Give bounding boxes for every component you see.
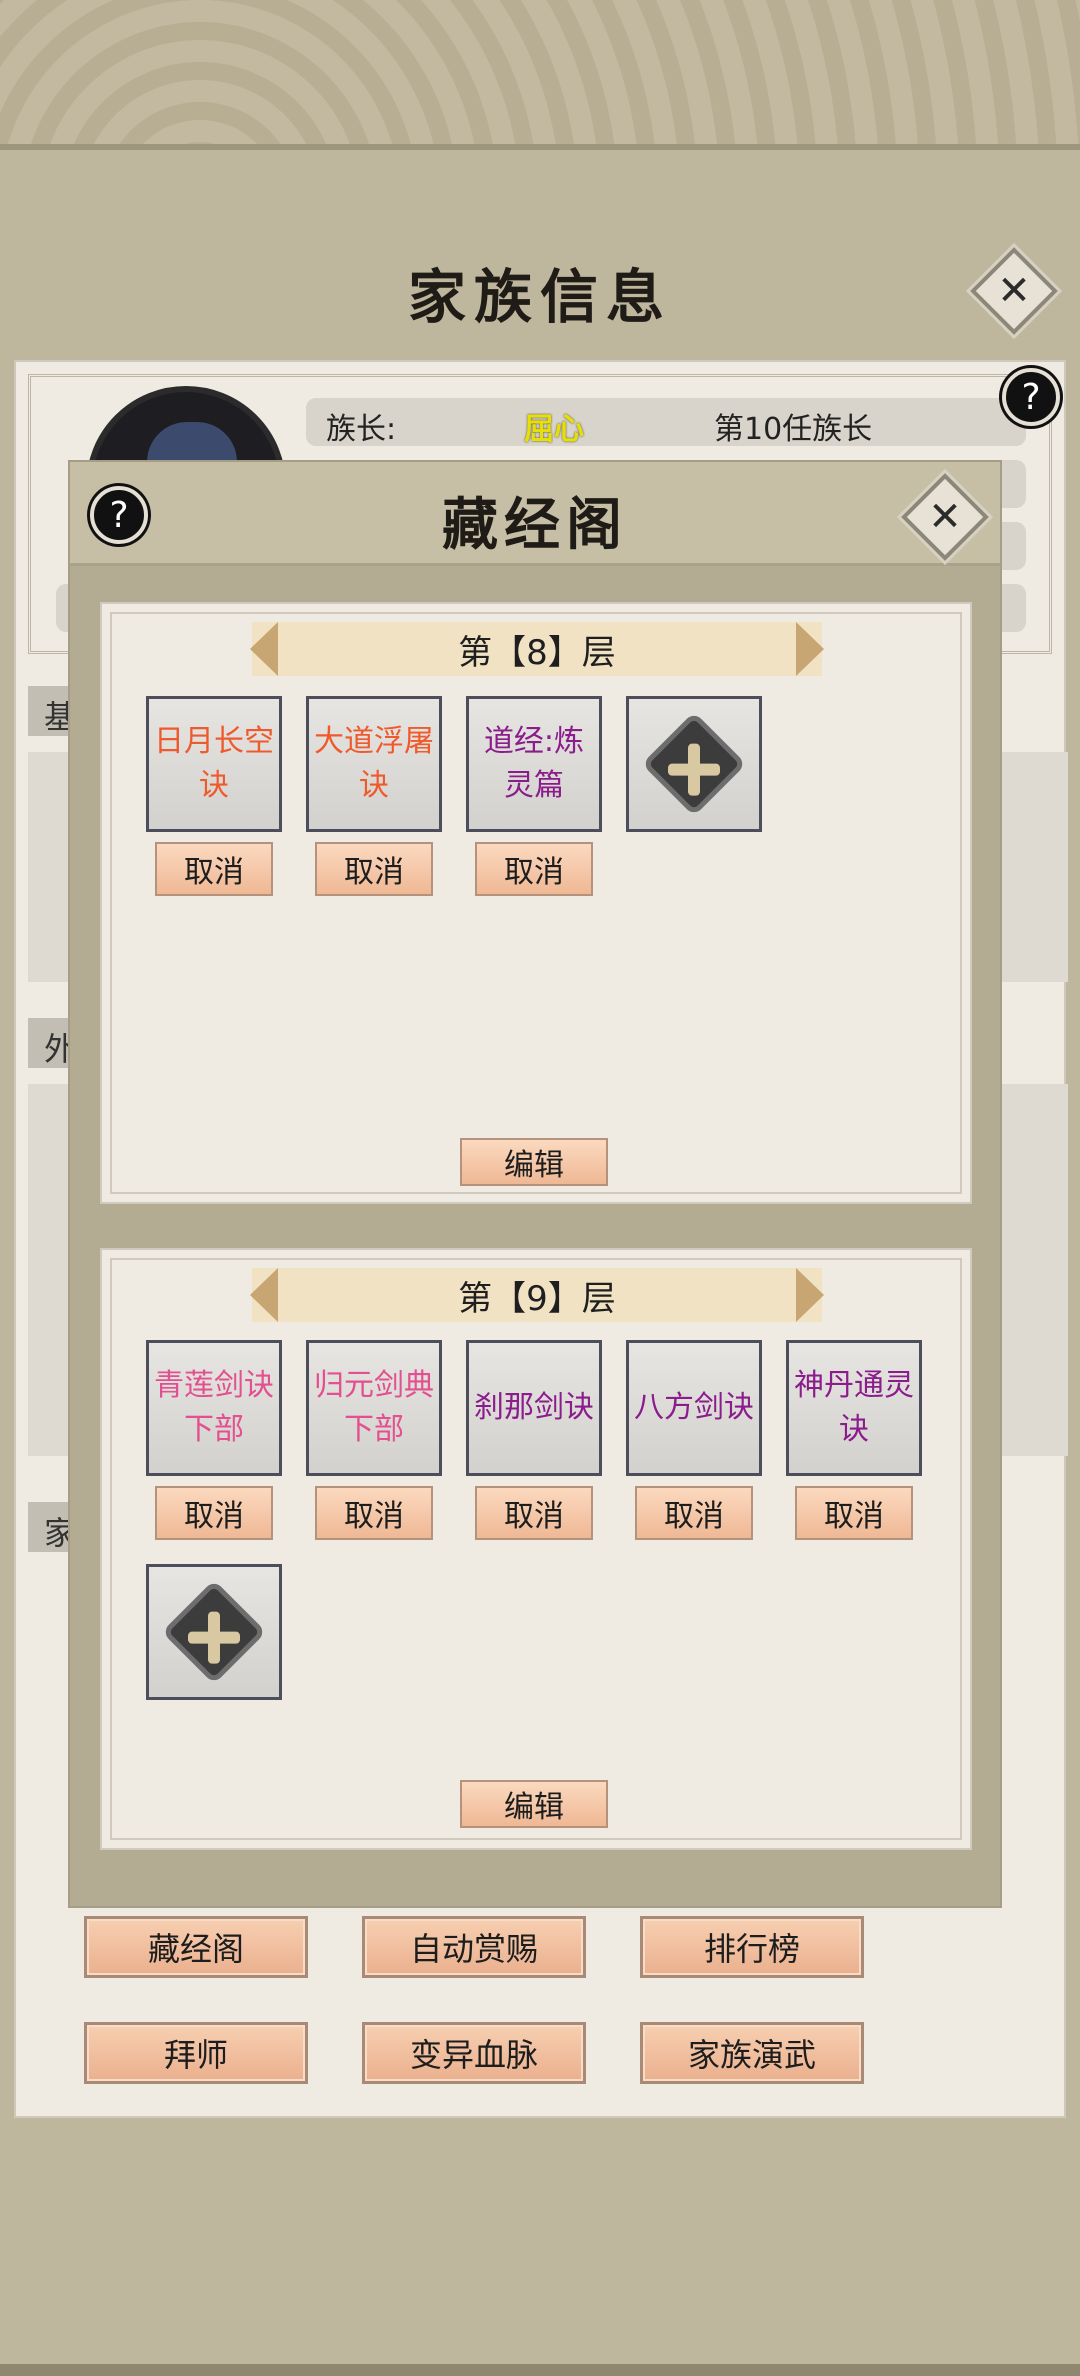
book-slot[interactable]: 大道浮屠诀 — [306, 696, 442, 832]
auto-reward-button[interactable]: 自动赏赐 — [362, 1916, 586, 1978]
book-name: 青莲剑诀下部 — [154, 1368, 274, 1447]
add-book-slot[interactable] — [146, 1564, 282, 1700]
side-tag-basic: 基 — [28, 686, 76, 736]
mutant-bloodline-button[interactable]: 变异血脉 — [362, 2022, 586, 2084]
leader-label: 族长: — [326, 412, 397, 447]
book-name: 刹那剑诀 — [474, 1390, 594, 1425]
edit-button[interactable]: 编辑 — [460, 1780, 608, 1828]
layer-banner-8: 第【8】层 — [250, 622, 824, 676]
book-slot[interactable]: 八方剑诀 — [626, 1340, 762, 1476]
cancel-button[interactable]: 取消 — [475, 842, 593, 896]
close-icon: ✕ — [997, 268, 1031, 314]
cancel-button[interactable]: 取消 — [475, 1486, 593, 1540]
layer-banner-9: 第【9】层 — [250, 1268, 824, 1322]
top-decor-band — [0, 0, 1080, 150]
book-slot[interactable]: 日月长空诀 — [146, 696, 282, 832]
modal-help-button[interactable]: ? — [90, 486, 148, 544]
edit-button[interactable]: 编辑 — [460, 1138, 608, 1186]
ranking-button[interactable]: 排行榜 — [640, 1916, 864, 1978]
book-slot[interactable]: 青莲剑诀下部 — [146, 1340, 282, 1476]
cancel-button[interactable]: 取消 — [155, 842, 273, 896]
mentor-button[interactable]: 拜师 — [84, 2022, 308, 2084]
book-name: 日月长空诀 — [154, 724, 274, 803]
book-slot[interactable]: 刹那剑诀 — [466, 1340, 602, 1476]
prev-layer-arrow-icon[interactable] — [250, 1268, 278, 1322]
leader-name: 屈心 — [524, 412, 584, 447]
add-book-icon — [641, 711, 747, 817]
cancel-button[interactable]: 取消 — [315, 842, 433, 896]
leader-rank: 第10任族长 — [714, 412, 873, 447]
layer-panel-8: 第【8】层 日月长空诀 大道浮屠诀 道经:炼灵篇 取消 取消 取消 编辑 — [100, 602, 972, 1204]
background-help-button[interactable]: ? — [1002, 368, 1060, 426]
side-tag-family: 家 — [28, 1502, 76, 1552]
cancel-button[interactable]: 取消 — [635, 1486, 753, 1540]
cancel-button[interactable]: 取消 — [795, 1486, 913, 1540]
book-name: 大道浮屠诀 — [314, 724, 434, 803]
modal-header: 藏经阁 — [70, 462, 1000, 566]
book-name: 神丹通灵诀 — [794, 1368, 914, 1447]
help-icon: ? — [1021, 376, 1041, 418]
layer-label-9: 第【9】层 — [458, 1278, 616, 1319]
family-info-title: 家族信息 — [407, 263, 672, 331]
side-tag-outer: 外 — [28, 1018, 76, 1068]
help-icon: ? — [109, 494, 129, 536]
book-slot[interactable]: 神丹通灵诀 — [786, 1340, 922, 1476]
book-slot[interactable]: 道经:炼灵篇 — [466, 696, 602, 832]
library-button[interactable]: 藏经阁 — [84, 1916, 308, 1978]
next-layer-arrow-icon[interactable] — [796, 622, 824, 676]
library-modal: 藏经阁 ? ✕ 第【8】层 日月长空诀 大道浮屠诀 道经:炼灵篇 取消 取消 取… — [70, 462, 1000, 1906]
add-book-slot[interactable] — [626, 696, 762, 832]
book-slot[interactable]: 归元剑典下部 — [306, 1340, 442, 1476]
modal-title: 藏经阁 — [442, 492, 628, 558]
book-name: 八方剑诀 — [634, 1390, 754, 1425]
close-icon: ✕ — [928, 494, 962, 540]
cancel-button[interactable]: 取消 — [155, 1486, 273, 1540]
leader-info-row: 族长: 屈心 第10任族长 — [306, 398, 1026, 447]
book-name: 道经:炼灵篇 — [483, 724, 585, 803]
layer-panel-9: 第【9】层 青莲剑诀下部 归元剑典下部 刹那剑诀 八方剑诀 神丹通灵诀 取消 取… — [100, 1248, 972, 1850]
book-name: 归元剑典下部 — [314, 1368, 434, 1447]
layer-label-8: 第【8】层 — [458, 632, 616, 673]
cancel-button[interactable]: 取消 — [315, 1486, 433, 1540]
family-drill-button[interactable]: 家族演武 — [640, 2022, 864, 2084]
next-layer-arrow-icon[interactable] — [796, 1268, 824, 1322]
bottom-decor-band — [0, 2364, 1080, 2376]
add-book-icon — [161, 1579, 267, 1685]
prev-layer-arrow-icon[interactable] — [250, 622, 278, 676]
